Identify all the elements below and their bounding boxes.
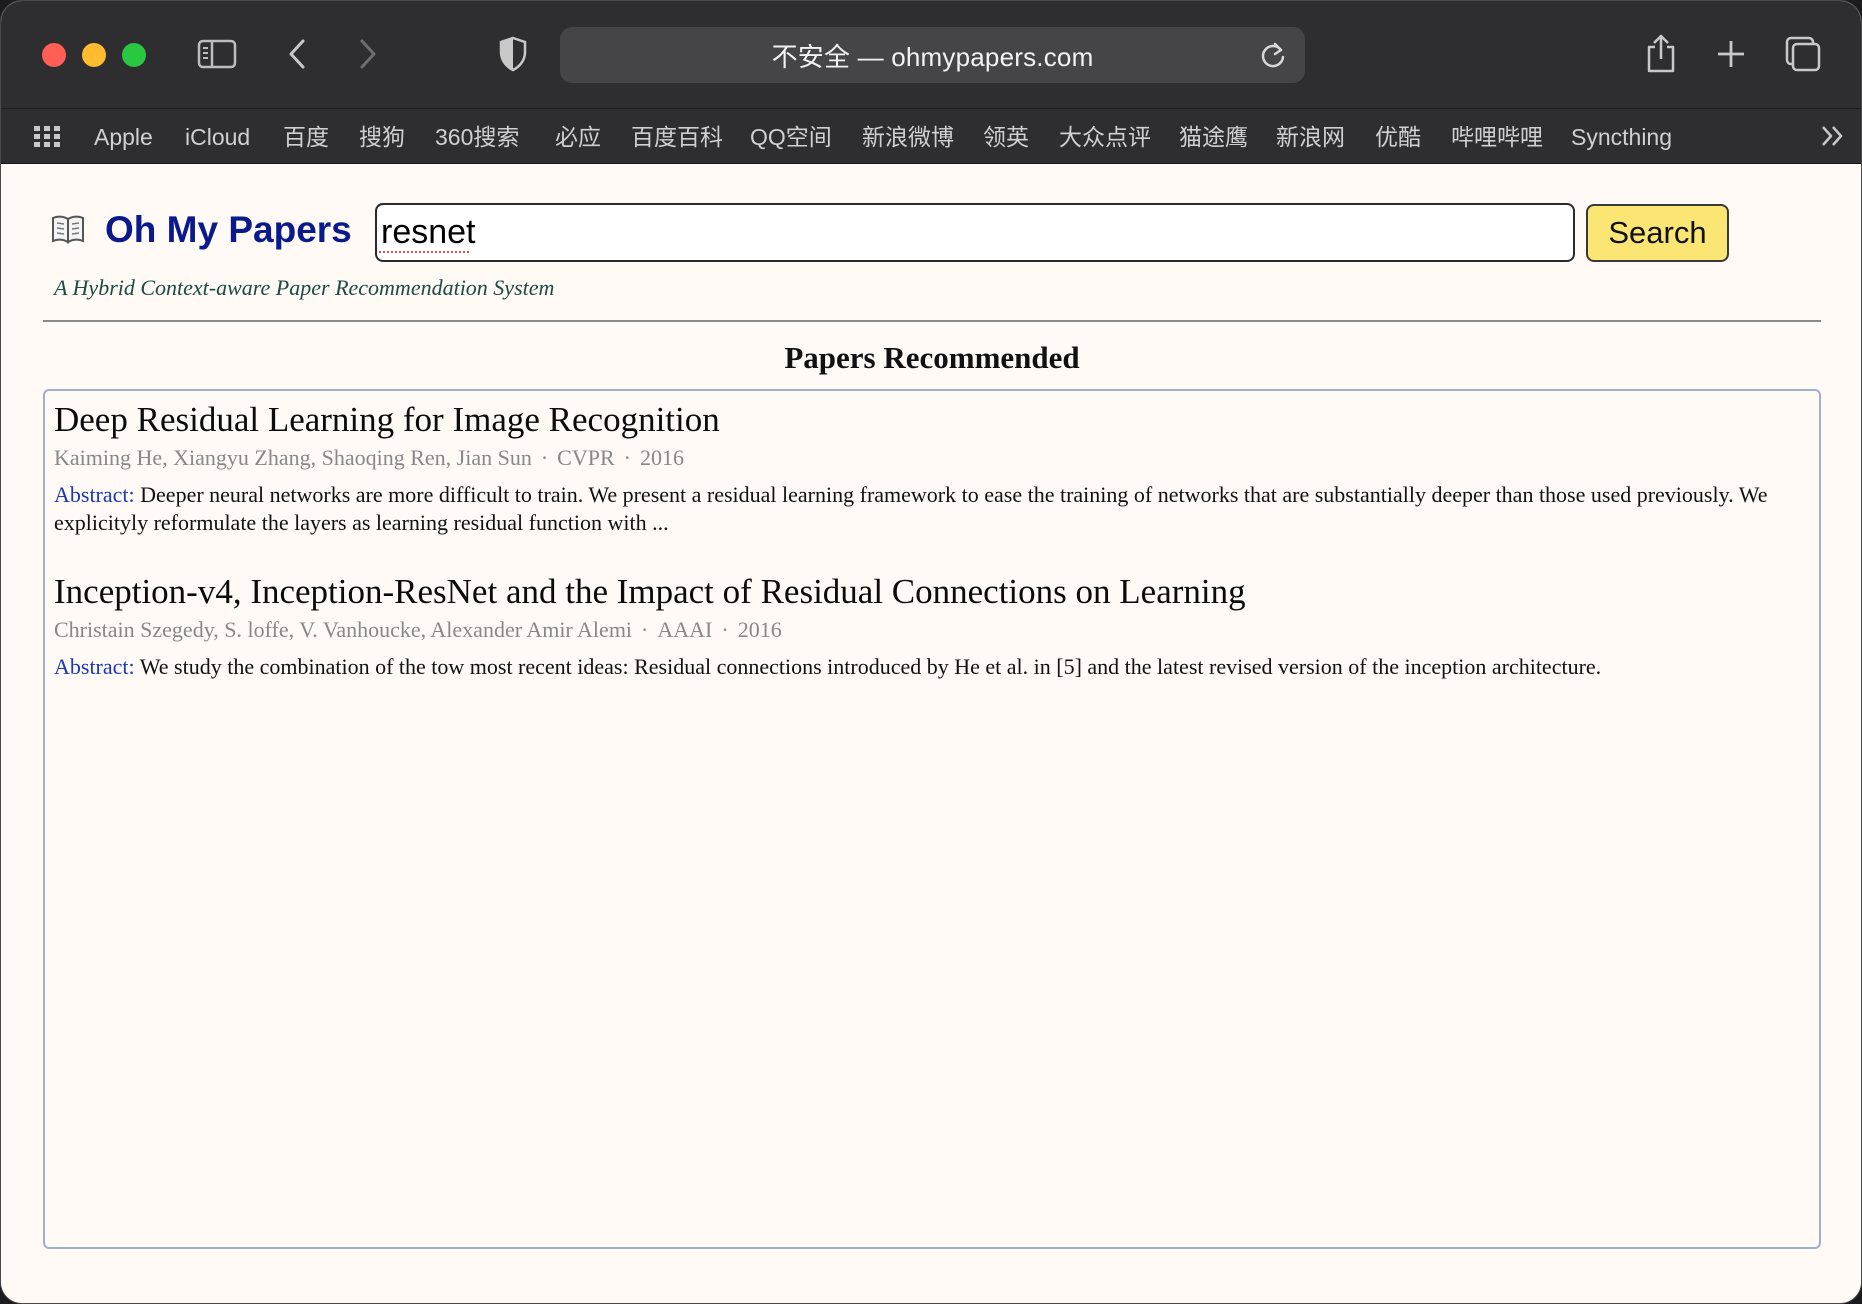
paper-year: 2016 bbox=[737, 617, 782, 642]
sidebar-icon[interactable] bbox=[197, 31, 237, 77]
address-text: 不安全 — ohmypapers.com bbox=[771, 41, 1094, 72]
search-input[interactable] bbox=[375, 203, 1575, 262]
bookmark-item[interactable]: 领英 bbox=[983, 122, 1029, 152]
book-icon bbox=[51, 213, 85, 250]
results-panel: Deep Residual Learning for Image Recogni… bbox=[43, 389, 1821, 1249]
bookmark-item[interactable]: 360搜索 bbox=[435, 122, 519, 152]
paper-authors: Christain Szegedy, S. loffe, V. Vanhouck… bbox=[54, 617, 633, 642]
meta-separator: · bbox=[540, 445, 549, 470]
paper-title[interactable]: Inception-v4, Inception-ResNet and the I… bbox=[54, 571, 1804, 613]
abstract-label: Abstract: bbox=[54, 482, 135, 507]
site-title[interactable]: Oh My Papers bbox=[105, 209, 352, 251]
zoom-window-button[interactable] bbox=[122, 43, 146, 67]
bookmark-item[interactable]: Apple bbox=[94, 122, 153, 152]
minimize-window-button[interactable] bbox=[82, 43, 106, 67]
bookmark-item[interactable]: 新浪微博 bbox=[862, 122, 954, 152]
reload-icon[interactable] bbox=[1259, 40, 1287, 75]
bookmark-item[interactable]: 必应 bbox=[555, 122, 601, 152]
paper-item: Deep Residual Learning for Image Recogni… bbox=[54, 399, 1804, 537]
bookmark-item[interactable]: QQ空间 bbox=[750, 122, 832, 152]
paper-item: Inception-v4, Inception-ResNet and the I… bbox=[54, 571, 1804, 681]
paper-venue: CVPR bbox=[557, 445, 615, 470]
meta-separator: · bbox=[641, 617, 649, 642]
paper-year: 2016 bbox=[639, 445, 684, 470]
close-window-button[interactable] bbox=[42, 43, 66, 67]
paper-meta: Kaiming He, Xiangyu Zhang, Shaoqing Ren,… bbox=[54, 443, 1804, 473]
abstract-text: We study the combination of the tow most… bbox=[139, 654, 1602, 679]
plus-icon[interactable] bbox=[1715, 31, 1747, 77]
search-button[interactable]: Search bbox=[1586, 204, 1729, 262]
paper-title[interactable]: Deep Residual Learning for Image Recogni… bbox=[54, 399, 1804, 441]
address-bar[interactable]: 不安全 — ohmypapers.com bbox=[560, 27, 1305, 83]
paper-meta: Christain Szegedy, S. loffe, V. Vanhouck… bbox=[54, 615, 1804, 645]
paper-authors: Kaiming He, Xiangyu Zhang, Shaoqing Ren,… bbox=[54, 445, 532, 470]
double-chevron-right-icon[interactable] bbox=[1819, 123, 1845, 154]
abstract-text: Deeper neural networks are more difficul… bbox=[54, 482, 1768, 535]
share-icon[interactable] bbox=[1644, 31, 1678, 77]
chevron-left-icon[interactable] bbox=[285, 31, 309, 77]
bookmark-item[interactable]: 哔哩哔哩 bbox=[1451, 122, 1543, 152]
tabs-overview-icon[interactable] bbox=[1784, 31, 1822, 77]
bookmark-item[interactable]: 猫途鹰 bbox=[1179, 122, 1248, 152]
meta-separator: · bbox=[623, 445, 631, 470]
browser-toolbar: 不安全 — ohmypapers.com bbox=[1, 1, 1861, 108]
spellcheck-underline bbox=[379, 251, 469, 253]
chevron-right-icon[interactable] bbox=[356, 31, 380, 77]
section-title: Papers Recommended bbox=[784, 340, 1080, 375]
paper-abstract: Abstract: We study the combination of th… bbox=[54, 653, 1804, 681]
apps-grid-icon[interactable] bbox=[34, 126, 60, 148]
paper-venue: AAAI bbox=[657, 617, 713, 642]
meta-separator: · bbox=[721, 617, 729, 642]
bookmark-item[interactable]: 大众点评 bbox=[1059, 122, 1151, 152]
bookmark-item[interactable]: 百度 bbox=[283, 122, 329, 152]
browser-window: 不安全 — ohmypapers.com Apple iCloud 百度 搜狗 … bbox=[0, 0, 1862, 1304]
bookmark-item[interactable]: 搜狗 bbox=[359, 122, 405, 152]
bookmark-item[interactable]: 新浪网 bbox=[1276, 122, 1345, 152]
site-tagline: A Hybrid Context-aware Paper Recommendat… bbox=[54, 275, 555, 300]
bookmark-item[interactable]: iCloud bbox=[185, 122, 250, 152]
abstract-label: Abstract: bbox=[54, 654, 135, 679]
header-divider bbox=[43, 320, 1821, 322]
bookmark-item[interactable]: 优酷 bbox=[1375, 122, 1421, 152]
bookmarks-bar: Apple iCloud 百度 搜狗 360搜索 必应 百度百科 QQ空间 新浪… bbox=[1, 108, 1861, 164]
web-page: Oh My Papers Search A Hybrid Context-awa… bbox=[1, 165, 1861, 1303]
shield-icon[interactable] bbox=[498, 31, 528, 77]
paper-abstract: Abstract: Deeper neural networks are mor… bbox=[54, 481, 1804, 537]
bookmark-item[interactable]: 百度百科 bbox=[631, 122, 723, 152]
bookmark-item[interactable]: Syncthing bbox=[1571, 122, 1672, 152]
